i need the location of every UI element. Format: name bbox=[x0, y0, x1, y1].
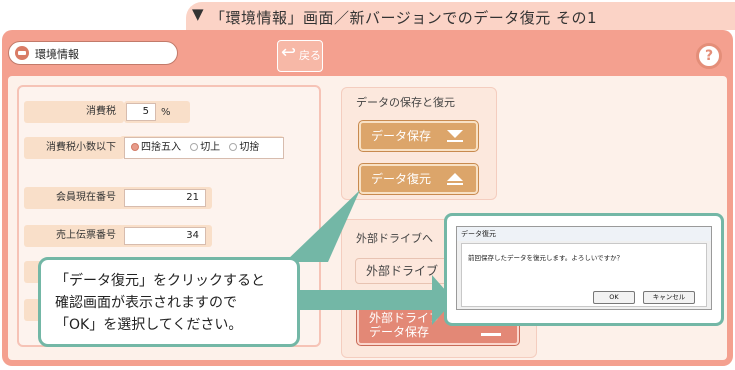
dialog-message: 前回保存したデータを復元します。よろしいですか？ bbox=[468, 254, 624, 262]
dialog-cancel-button[interactable]: キャンセル bbox=[643, 291, 695, 304]
callout-line-3: 「OK」を選択してください。 bbox=[55, 317, 243, 333]
callout-pointer-top bbox=[285, 190, 360, 262]
dialog-title: データ復元 bbox=[457, 227, 711, 241]
dialog-body: 前回保存したデータを復元します。よろしいですか？ OK キャンセル bbox=[461, 243, 707, 307]
dialog-ok-button[interactable]: OK bbox=[593, 291, 635, 304]
callout-arrow-right bbox=[298, 275, 454, 325]
screen: ▼ 「環境情報」画面／新バージョンでのデータ復元 その1 環境情報 ↩ 戻る ?… bbox=[0, 0, 735, 370]
callout-line-2: 確認画面が表示されますので bbox=[55, 295, 237, 311]
restore-confirm-dialog: データ復元 前回保存したデータを復元します。よろしいですか？ OK キャンセル bbox=[456, 226, 712, 310]
callout-line-1: 「データ復元」をクリックすると bbox=[55, 273, 265, 289]
instruction-callout: 「データ復元」をクリックすると 確認画面が表示されますので 「OK」を選択してく… bbox=[38, 257, 300, 347]
